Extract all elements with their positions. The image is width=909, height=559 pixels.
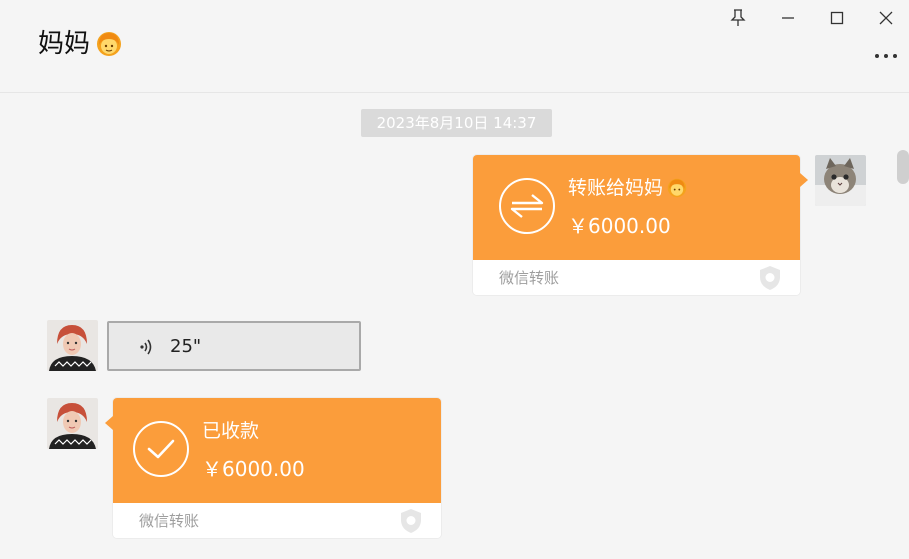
chat-title: 妈妈	[38, 28, 122, 60]
transfer-card-incoming[interactable]: 已收款 ￥6000.00 微信转账	[105, 398, 441, 538]
transfer-arrows-icon	[499, 178, 555, 234]
shield-icon	[399, 508, 423, 534]
more-dots-icon	[875, 54, 897, 58]
shield-icon	[758, 265, 782, 291]
check-icon	[133, 421, 189, 477]
maximize-button[interactable]	[825, 6, 849, 30]
transfer-card-body: 已收款 ￥6000.00	[105, 398, 441, 503]
transfer-title: 转账给妈妈	[568, 175, 687, 201]
transfer-card-body: 转账给妈妈 ￥6000.00	[473, 155, 808, 260]
bubble-tail	[105, 416, 113, 430]
transfer-card-footer: 微信转账	[473, 260, 800, 295]
contact-name: 妈妈	[38, 29, 91, 59]
transfer-card-footer: 微信转账	[113, 503, 441, 538]
transfer-footer-label: 微信转账	[499, 269, 560, 287]
voice-message[interactable]: 25"	[107, 321, 361, 371]
mom-avatar[interactable]	[47, 398, 98, 449]
woman-face-emoji-icon	[96, 31, 122, 57]
mom-avatar[interactable]	[47, 320, 98, 371]
timestamp: 2023年8月10日 14:37	[361, 109, 552, 137]
voice-wave-icon	[140, 339, 152, 355]
scrollbar-thumb[interactable]	[897, 150, 909, 184]
close-button[interactable]	[874, 6, 898, 30]
bubble-tail	[800, 173, 808, 187]
transfer-amount: ￥6000.00	[202, 457, 305, 481]
transfer-title: 已收款	[202, 420, 260, 442]
transfer-footer-label: 微信转账	[139, 512, 200, 530]
my-avatar[interactable]	[815, 155, 866, 206]
voice-duration: 25"	[170, 336, 202, 357]
maximize-icon	[830, 11, 844, 25]
pin-icon	[730, 9, 746, 26]
transfer-amount: ￥6000.00	[568, 214, 671, 238]
woman-face-emoji-icon	[667, 178, 687, 198]
pin-button[interactable]	[726, 6, 750, 30]
minimize-button[interactable]	[776, 6, 800, 30]
more-button[interactable]	[873, 46, 899, 66]
chat-header: 妈妈	[0, 0, 909, 93]
close-icon	[879, 11, 893, 25]
transfer-card-outgoing[interactable]: 转账给妈妈 ￥6000.00 微信转账	[473, 155, 808, 295]
minimize-icon	[782, 17, 794, 19]
